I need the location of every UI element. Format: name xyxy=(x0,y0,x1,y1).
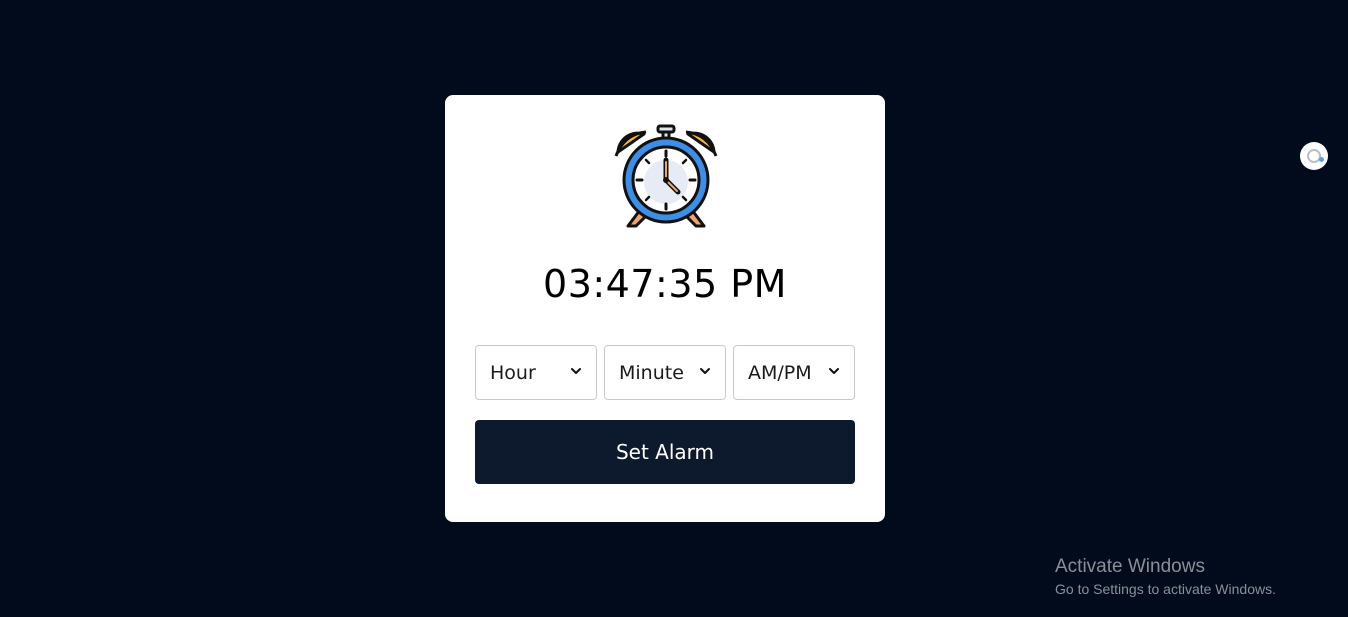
set-alarm-button[interactable]: Set Alarm xyxy=(475,420,855,484)
minute-select-value: Minute xyxy=(619,362,684,384)
ampm-select-value: AM/PM xyxy=(748,362,812,384)
alarm-clock-icon xyxy=(614,124,718,228)
extension-icon[interactable] xyxy=(1300,142,1328,170)
activate-windows-watermark: Activate Windows Go to Settings to activ… xyxy=(1055,556,1276,597)
minute-select[interactable]: Minute xyxy=(604,345,726,400)
ampm-select[interactable]: AM/PM xyxy=(733,345,855,400)
page: 03:47:35 PM Hour Minute AM/PM Set Alarm … xyxy=(0,0,1348,617)
chevron-down-icon xyxy=(700,368,710,374)
watermark-title: Activate Windows xyxy=(1055,556,1205,577)
hour-select-value: Hour xyxy=(490,362,536,384)
chevron-down-icon xyxy=(829,368,839,374)
hour-select[interactable]: Hour xyxy=(475,345,597,400)
chevron-down-icon xyxy=(571,368,581,374)
extension-dot xyxy=(1319,157,1324,162)
watermark-subtitle: Go to Settings to activate Windows. xyxy=(1055,581,1276,597)
current-time: 03:47:35 PM xyxy=(543,262,787,306)
